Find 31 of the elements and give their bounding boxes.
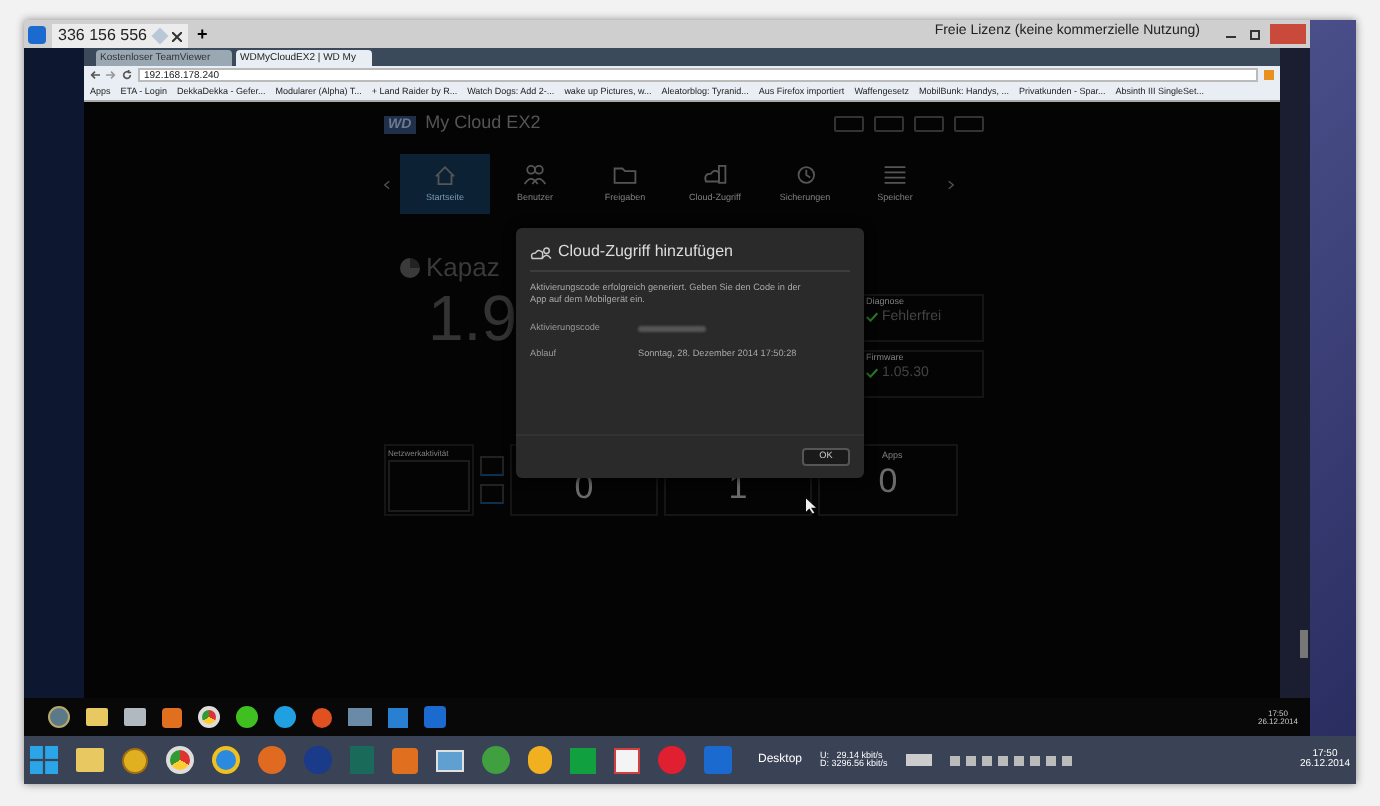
cloud-phone-icon bbox=[702, 162, 728, 189]
new-tab-button[interactable]: + bbox=[193, 26, 212, 44]
ram-meter bbox=[480, 484, 504, 504]
folder-icon bbox=[612, 162, 638, 189]
blurred-code bbox=[638, 325, 706, 332]
close-icon[interactable] bbox=[171, 31, 181, 41]
previous-icon[interactable] bbox=[384, 179, 390, 189]
check-icon bbox=[866, 367, 878, 378]
check-icon bbox=[866, 311, 878, 322]
dialog-title: Cloud-Zugriff hinzufügen bbox=[558, 240, 733, 264]
scrollbar bbox=[1300, 630, 1308, 658]
next-icon[interactable] bbox=[948, 179, 954, 189]
picture-frame-icon[interactable] bbox=[436, 749, 464, 771]
apps-value: 0 bbox=[878, 463, 898, 498]
users-icon bbox=[522, 162, 548, 189]
browser-icon[interactable] bbox=[198, 706, 220, 728]
device-title: My Cloud EX2 bbox=[425, 110, 541, 137]
cloud-user-icon bbox=[530, 245, 552, 259]
windows-logo-icon[interactable] bbox=[30, 746, 58, 774]
session-tab[interactable]: 336 156 556 bbox=[52, 24, 187, 48]
tab-title: 336 156 556 bbox=[58, 24, 147, 48]
browser-icon[interactable] bbox=[166, 746, 194, 774]
back-icon[interactable] bbox=[90, 70, 100, 80]
history-icon bbox=[792, 162, 818, 189]
reload-icon[interactable] bbox=[122, 70, 132, 80]
maximize-icon[interactable] bbox=[1250, 30, 1260, 40]
house-icon bbox=[432, 162, 458, 189]
pie-chart-icon bbox=[400, 257, 420, 277]
globe-icon[interactable] bbox=[48, 706, 70, 728]
cpu-meter bbox=[480, 456, 504, 476]
mouse-cursor-icon bbox=[806, 498, 816, 514]
